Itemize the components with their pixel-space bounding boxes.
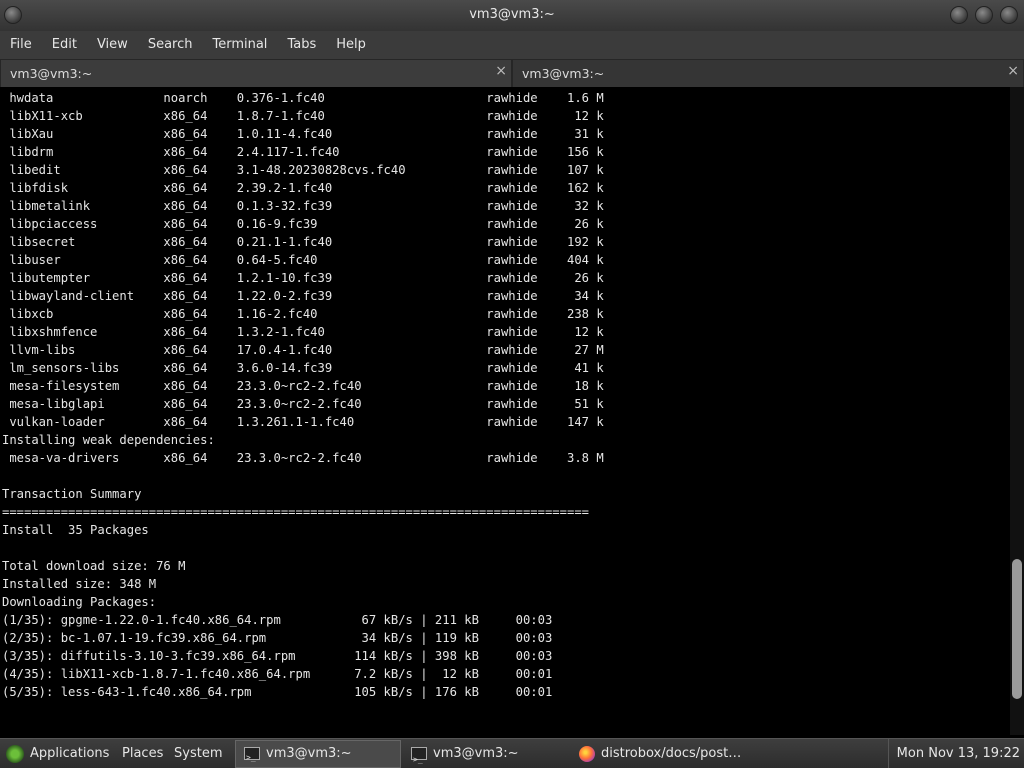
task-label: vm3@vm3:~ [266, 746, 352, 761]
close-tab-icon[interactable]: × [495, 63, 507, 79]
close-tab-icon[interactable]: × [1007, 63, 1019, 79]
firefox-icon [579, 745, 595, 762]
tab-label: vm3@vm3:~ [522, 66, 605, 81]
terminal-text: hwdata noarch 0.376-1.fc40 rawhide 1.6 M… [2, 91, 604, 699]
places-menu[interactable]: Places [122, 739, 163, 768]
tab-label: vm3@vm3:~ [10, 66, 93, 81]
task-label: distrobox/docs/post… [601, 746, 742, 761]
terminal-icon [244, 745, 260, 768]
window-title: vm3@vm3:~ [469, 7, 555, 22]
menu-bar: File Edit View Search Terminal Tabs Help [0, 31, 1024, 59]
taskbar-task-terminal-1[interactable]: vm3@vm3:~ [235, 740, 401, 768]
distro-logo-icon [6, 744, 24, 763]
menu-terminal[interactable]: Terminal [202, 31, 277, 59]
tab-terminal-2[interactable]: vm3@vm3:~ × [512, 59, 1024, 87]
menu-view[interactable]: View [87, 31, 138, 59]
clock[interactable]: Mon Nov 13, 19:22 [887, 739, 1024, 768]
minimize-button[interactable] [950, 6, 968, 24]
terminal-output[interactable]: hwdata noarch 0.376-1.fc40 rawhide 1.6 M… [0, 87, 1010, 735]
menu-file[interactable]: File [0, 31, 42, 59]
scrollbar-thumb[interactable] [1012, 559, 1022, 700]
taskbar-task-firefox[interactable]: distrobox/docs/post… [571, 739, 771, 768]
taskbar-task-terminal-2[interactable]: vm3@vm3:~ [403, 739, 569, 768]
close-window-button[interactable] [1000, 6, 1018, 24]
taskbar: Applications Places System vm3@vm3:~ vm3… [0, 738, 1024, 768]
maximize-button[interactable] [975, 6, 993, 24]
menu-search[interactable]: Search [138, 31, 203, 59]
menu-help[interactable]: Help [326, 31, 376, 59]
window-titlebar[interactable]: vm3@vm3:~ [0, 0, 1024, 32]
menu-tabs[interactable]: Tabs [277, 31, 326, 59]
applications-label: Applications [30, 746, 110, 761]
terminal-icon [411, 745, 427, 768]
applications-menu[interactable]: Applications [6, 739, 109, 768]
menu-edit[interactable]: Edit [42, 31, 87, 59]
terminal-scrollbar[interactable] [1010, 87, 1024, 735]
system-menu[interactable]: System [174, 739, 222, 768]
tab-bar: vm3@vm3:~ × vm3@vm3:~ × [0, 59, 1024, 87]
tab-terminal-1[interactable]: vm3@vm3:~ × [0, 59, 512, 87]
task-label: vm3@vm3:~ [433, 746, 519, 761]
